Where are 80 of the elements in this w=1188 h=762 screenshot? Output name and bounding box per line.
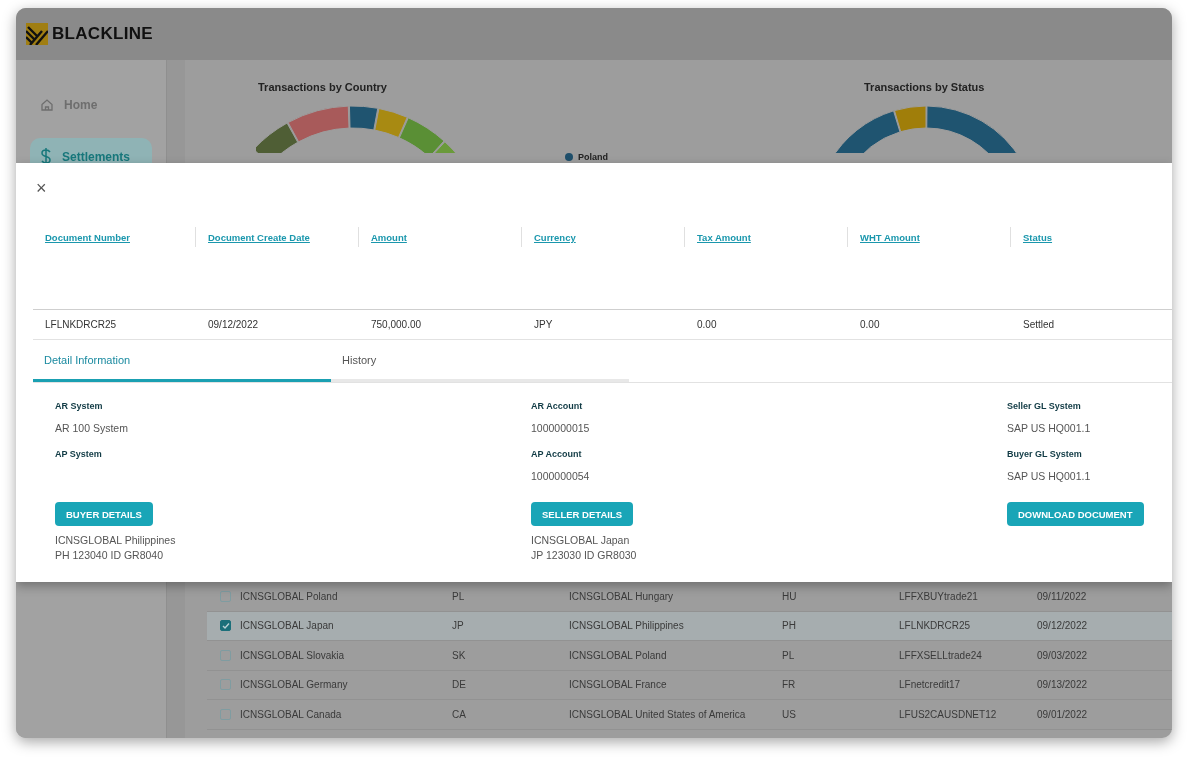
table-cell-text: 09/12/2022 (1037, 620, 1089, 632)
table-cell-text: PH (782, 620, 797, 632)
address-line: JP 123030 ID GR8030 (531, 548, 637, 563)
table-cell-text: Settled (1022, 319, 1056, 330)
field-value: AR 100 System (55, 421, 128, 436)
address-line: PH 123040 ID GR8040 (55, 548, 164, 563)
table-cell-text: JP (452, 620, 465, 632)
address-line: ICNSGLOBAL Philippines (55, 533, 176, 548)
table-cell-text: 09/13/2022 (1037, 679, 1089, 691)
address-line: ICNSGLOBAL Japan (531, 533, 631, 548)
table-row[interactable]: ICNSGLOBAL Germany DE ICNSGLOBAL France FR LFnetcredit17 09/13/2022 (207, 670, 1172, 700)
table-cell-text: 0.00 (696, 319, 718, 330)
field-label: AP System (55, 449, 102, 461)
table-cell-text: ICNSGLOBAL Poland (240, 590, 339, 602)
column-header-link[interactable]: Currency (534, 233, 576, 243)
logo-icon (26, 23, 48, 45)
table-cell-text: LFFXSELLtrade24 (899, 649, 983, 661)
details-button[interactable]: BUYER DETAILS (55, 502, 153, 526)
close-button[interactable]: × (36, 179, 47, 197)
table-cell-text: ICNSGLOBAL Philippines (569, 620, 685, 632)
column-header-link[interactable]: Document Number (45, 233, 130, 243)
table-cell-text: 0.00 (859, 319, 881, 330)
table-row[interactable]: ICNSGLOBAL Canada CA ICNSGLOBAL United States of America US LFUS2CAUSDNET12 09/01/2022 (207, 700, 1172, 730)
field-label: Seller GL System (1007, 401, 1081, 413)
chart-title: Transactions by Country (258, 81, 387, 93)
field-value: 1000000015 (531, 421, 590, 436)
column-header-link[interactable]: Document Create Date (208, 233, 310, 243)
column-header-link[interactable]: Status (1023, 233, 1053, 243)
field-label: AR Account (531, 401, 583, 413)
row-checkbox[interactable] (220, 649, 231, 661)
table-cell-text: SK (452, 649, 467, 661)
row-checkbox[interactable] (220, 708, 231, 720)
table-cell-text: 09/03/2022 (1037, 649, 1089, 661)
details-button[interactable]: SELLER DETAILS (531, 502, 634, 526)
field-label: AR System (55, 401, 103, 413)
table-cell-text: LFLNKDRCR25 (44, 319, 118, 330)
table-cell-text: US (782, 708, 797, 720)
row-checkbox[interactable] (220, 679, 231, 691)
table-cell-text: ICNSGLOBAL Germany (240, 679, 349, 691)
column-header-link[interactable]: Tax Amount (697, 233, 751, 243)
table-cell-text: 09/01/2022 (1037, 708, 1089, 720)
field-label: Buyer GL System (1007, 449, 1082, 461)
table-cell-text: FR (782, 679, 797, 691)
table-cell-text: ICNSGLOBAL Canada (240, 708, 343, 720)
table-cell-text: ICNSGLOBAL Hungary (569, 590, 675, 602)
logo-text: BLACKLINE (52, 24, 153, 44)
row-checkbox[interactable] (220, 590, 231, 602)
table-cell-text: 09/11/2022 (1037, 590, 1088, 602)
table-cell-text: CA (452, 708, 467, 720)
table-cell-text: PL (452, 590, 466, 602)
table-cell-text: LFLNKDRCR25 (899, 620, 972, 632)
table-cell-text: 09/12/2022 (207, 319, 260, 330)
field-value: 1000000054 (531, 469, 590, 484)
table-cell-text: ICNSGLOBAL France (569, 679, 668, 691)
chart-title: Transactions by Status (864, 81, 985, 93)
tab[interactable]: Detail Information (33, 340, 331, 382)
tab[interactable]: History (331, 340, 629, 382)
field-value: SAP US HQ001.1 (1007, 421, 1091, 436)
table-cell-text: PL (782, 649, 796, 661)
field-value: SAP US HQ001.1 (1007, 469, 1091, 484)
table-cell-text: ICNSGLOBAL Poland (569, 649, 668, 661)
table-cell-text: 750,000.00 (370, 319, 423, 330)
table-cell-text: ICNSGLOBAL Slovakia (240, 649, 346, 661)
table-cell-text: LFFXBUYtrade21 (899, 590, 979, 602)
table-cell-text: ICNSGLOBAL United States of America (569, 708, 747, 720)
details-button[interactable]: DOWNLOAD DOCUMENT (1007, 502, 1144, 526)
table-cell-text: LFnetcredit17 (899, 679, 962, 691)
table-cell-text: ICNSGLOBAL Japan (240, 620, 335, 632)
table-cell-text: DE (452, 679, 467, 691)
table-row[interactable]: ICNSGLOBAL Japan JP ICNSGLOBAL Philippines PH LFLNKDRCR25 09/12/2022 (207, 611, 1172, 641)
field-label: AP Account (531, 449, 582, 461)
home-icon (40, 98, 54, 112)
table-cell-text: HU (782, 590, 798, 602)
column-header-link[interactable]: Amount (371, 233, 407, 243)
table-cell-text: JPY (533, 319, 554, 330)
column-header-link[interactable]: WHT Amount (860, 233, 920, 243)
table-row[interactable]: ICNSGLOBAL Slovakia SK ICNSGLOBAL Poland PL LFFXSELLtrade24 09/03/2022 (207, 641, 1172, 671)
table-cell-text: LFUS2CAUSDNET12 (899, 708, 998, 720)
row-checkbox[interactable] (220, 620, 231, 632)
legend-label: Poland (578, 152, 608, 162)
